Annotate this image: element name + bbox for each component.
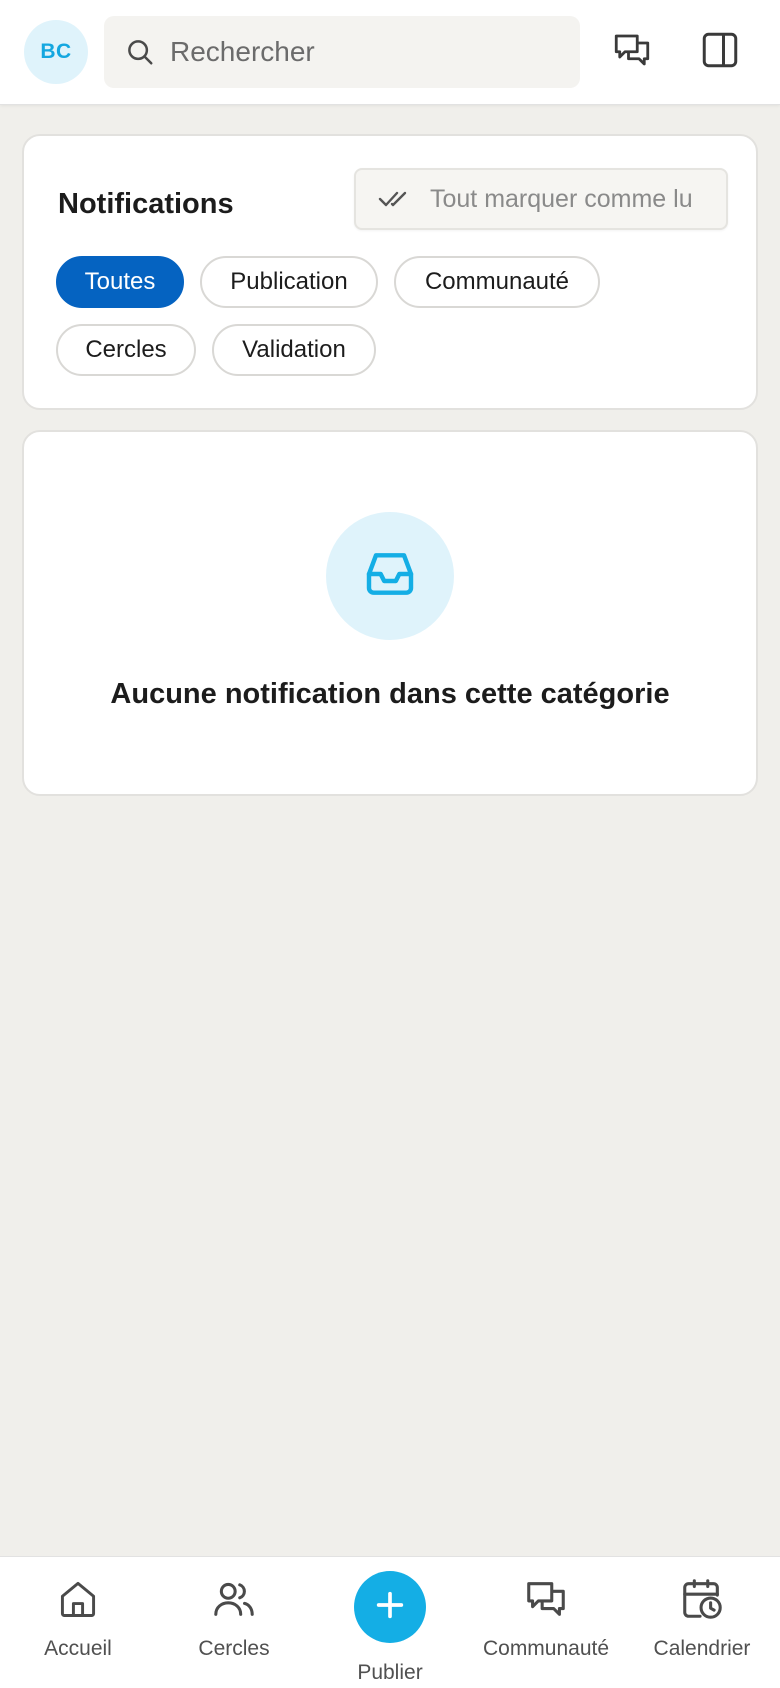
nav-label: Accueil: [44, 1637, 112, 1660]
nav-label: Cercles: [198, 1637, 270, 1660]
sidebar-toggle-button[interactable]: [696, 28, 744, 76]
filter-chip-label: Communauté: [424, 268, 570, 295]
nav-item-communaute[interactable]: Communauté: [468, 1557, 624, 1688]
filter-chip-cercles[interactable]: Cercles: [56, 324, 196, 376]
notifications-card: Notifications Tout marquer comme lu Tout…: [22, 134, 758, 410]
filter-chip-label: Cercles: [85, 336, 167, 363]
filter-chip-validation[interactable]: Validation: [212, 324, 376, 376]
nav-label: Communauté: [482, 1637, 610, 1660]
mark-all-read-label: Tout marquer comme lu: [430, 184, 693, 213]
avatar-initials: BC: [40, 40, 72, 63]
nav-label: Calendrier: [653, 1637, 751, 1660]
plus-icon: [373, 1588, 407, 1627]
bottom-navigation: Accueil Cercles Publier Communauté Calen…: [0, 1556, 780, 1688]
search-icon: [124, 36, 156, 68]
messages-button[interactable]: [608, 28, 656, 76]
empty-state-message: Aucune notification dans cette catégorie: [110, 678, 670, 710]
avatar[interactable]: BC: [24, 20, 88, 84]
nav-item-accueil[interactable]: Accueil: [0, 1557, 156, 1688]
filter-chip-label: Publication: [230, 268, 348, 295]
mark-all-read-button[interactable]: Tout marquer comme lu: [354, 168, 728, 230]
publish-button[interactable]: [354, 1571, 426, 1643]
messages-icon: [468, 1575, 624, 1623]
top-header: BC: [0, 0, 780, 105]
home-icon: [0, 1575, 156, 1623]
empty-state-badge: [326, 512, 454, 640]
search-bar[interactable]: [104, 16, 580, 88]
messages-icon: [611, 29, 653, 76]
inbox-icon: [362, 546, 418, 607]
filter-chip-toutes[interactable]: Toutes: [56, 256, 184, 308]
filter-chip-label: Toutes: [84, 268, 156, 295]
search-input[interactable]: [170, 32, 550, 72]
nav-item-cercles[interactable]: Cercles: [156, 1557, 312, 1688]
empty-state-card: Aucune notification dans cette catégorie: [22, 430, 758, 796]
users-icon: [156, 1575, 312, 1623]
filter-chip-communaute[interactable]: Communauté: [394, 256, 600, 308]
filter-chip-publication[interactable]: Publication: [200, 256, 378, 308]
double-check-icon: [378, 186, 412, 212]
filter-chip-label: Validation: [242, 336, 346, 363]
page-title: Notifications: [58, 188, 234, 220]
sidebar-panel-icon: [699, 29, 741, 76]
nav-item-calendrier[interactable]: Calendrier: [624, 1557, 780, 1688]
calendar-clock-icon: [624, 1575, 780, 1623]
nav-label-publier: Publier: [357, 1661, 423, 1684]
